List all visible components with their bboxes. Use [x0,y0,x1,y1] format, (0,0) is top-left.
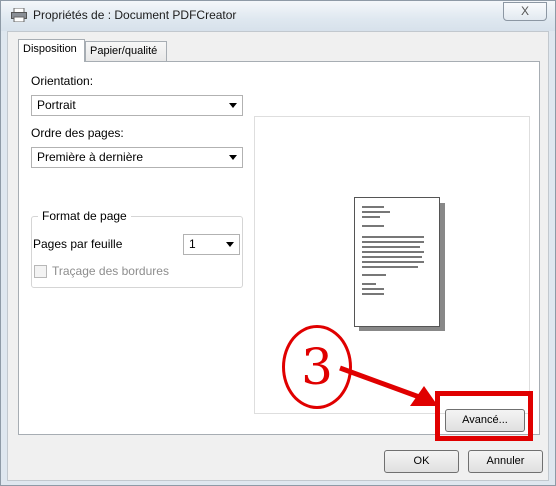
window-title: Propriétés de : Document PDFCreator [33,8,237,22]
borders-label: Traçage des bordures [52,264,169,278]
tab-paper-quality[interactable]: Papier/qualité [85,41,167,61]
disposition-panel: Orientation: Portrait Ordre des pages: P… [18,61,540,435]
page-order-label: Ordre des pages: [31,126,124,140]
close-button[interactable]: X [503,2,547,21]
orientation-value: Portrait [37,98,76,112]
ok-button[interactable]: OK [384,450,459,473]
page-format-group-label: Format de page [38,209,131,223]
borders-checkbox[interactable] [34,265,47,278]
printer-icon [11,8,27,22]
page-order-select[interactable]: Première à dernière [31,147,243,168]
annotation-arrow-icon [339,365,438,406]
tab-disposition[interactable]: Disposition [18,39,85,62]
advanced-button-highlight [435,391,533,441]
title-bar: Propriétés de : Document PDFCreator X [1,1,555,31]
page-order-value: Première à dernière [37,150,144,164]
preview-page-icon [354,197,440,327]
close-icon: X [520,4,529,18]
orientation-label: Orientation: [31,74,94,88]
chevron-down-icon [226,242,234,247]
chevron-down-icon [229,103,237,108]
cancel-button[interactable]: Annuler [468,450,543,473]
page-format-group: Format de page Pages par feuille 1 Traça… [31,209,243,288]
pages-per-sheet-value: 1 [189,237,196,251]
orientation-select[interactable]: Portrait [31,95,243,116]
chevron-down-icon [229,155,237,160]
pages-per-sheet-select[interactable]: 1 [183,234,240,255]
tab-label: Papier/qualité [90,45,158,57]
pages-per-sheet-label: Pages par feuille [33,237,123,251]
tab-label: Disposition [23,43,77,55]
